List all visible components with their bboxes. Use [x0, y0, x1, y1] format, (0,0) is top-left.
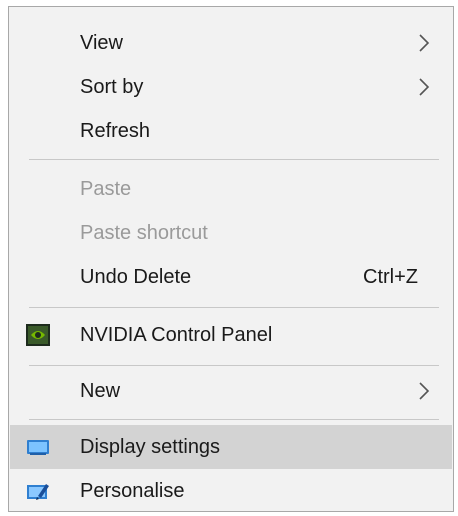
menu-item-label: Personalise	[80, 479, 185, 502]
menu-separator	[29, 419, 439, 420]
menu-separator	[29, 365, 439, 366]
chevron-right-icon	[419, 78, 430, 96]
chevron-right-icon	[419, 34, 430, 52]
menu-item-label: Undo Delete	[80, 265, 192, 288]
menu-item-label: View	[80, 31, 123, 54]
desktop-context-menu: View Sort by Refresh Paste Paste shortcu…	[8, 6, 454, 512]
menu-item-personalise[interactable]: Personalise	[10, 469, 452, 513]
menu-item-label: Sort by	[80, 75, 144, 98]
menu-item-undo-delete[interactable]: Undo Delete Ctrl+Z	[10, 255, 452, 299]
menu-item-label: Paste shortcut	[80, 221, 208, 244]
menu-item-label: New	[80, 379, 121, 402]
menu-separator	[29, 307, 439, 308]
nvidia-icon	[26, 324, 50, 346]
menu-separator	[29, 159, 439, 160]
menu-item-paste: Paste	[10, 167, 452, 211]
menu-item-label: NVIDIA Control Panel	[80, 323, 273, 346]
menu-item-label: Refresh	[80, 119, 151, 142]
display-icon	[27, 440, 49, 455]
menu-item-sort-by[interactable]: Sort by	[10, 65, 452, 109]
menu-item-new[interactable]: New	[10, 369, 452, 413]
personalise-icon	[27, 484, 49, 500]
chevron-right-icon	[419, 382, 430, 400]
menu-item-nvidia-control-panel[interactable]: NVIDIA Control Panel	[10, 313, 452, 357]
menu-item-refresh[interactable]: Refresh	[10, 109, 452, 153]
menu-item-paste-shortcut: Paste shortcut	[10, 211, 452, 255]
keyboard-shortcut: Ctrl+Z	[363, 265, 418, 288]
menu-item-label: Display settings	[80, 435, 221, 458]
menu-item-display-settings[interactable]: Display settings	[10, 425, 452, 469]
menu-item-label: Paste	[80, 177, 132, 200]
menu-item-view[interactable]: View	[10, 21, 452, 65]
